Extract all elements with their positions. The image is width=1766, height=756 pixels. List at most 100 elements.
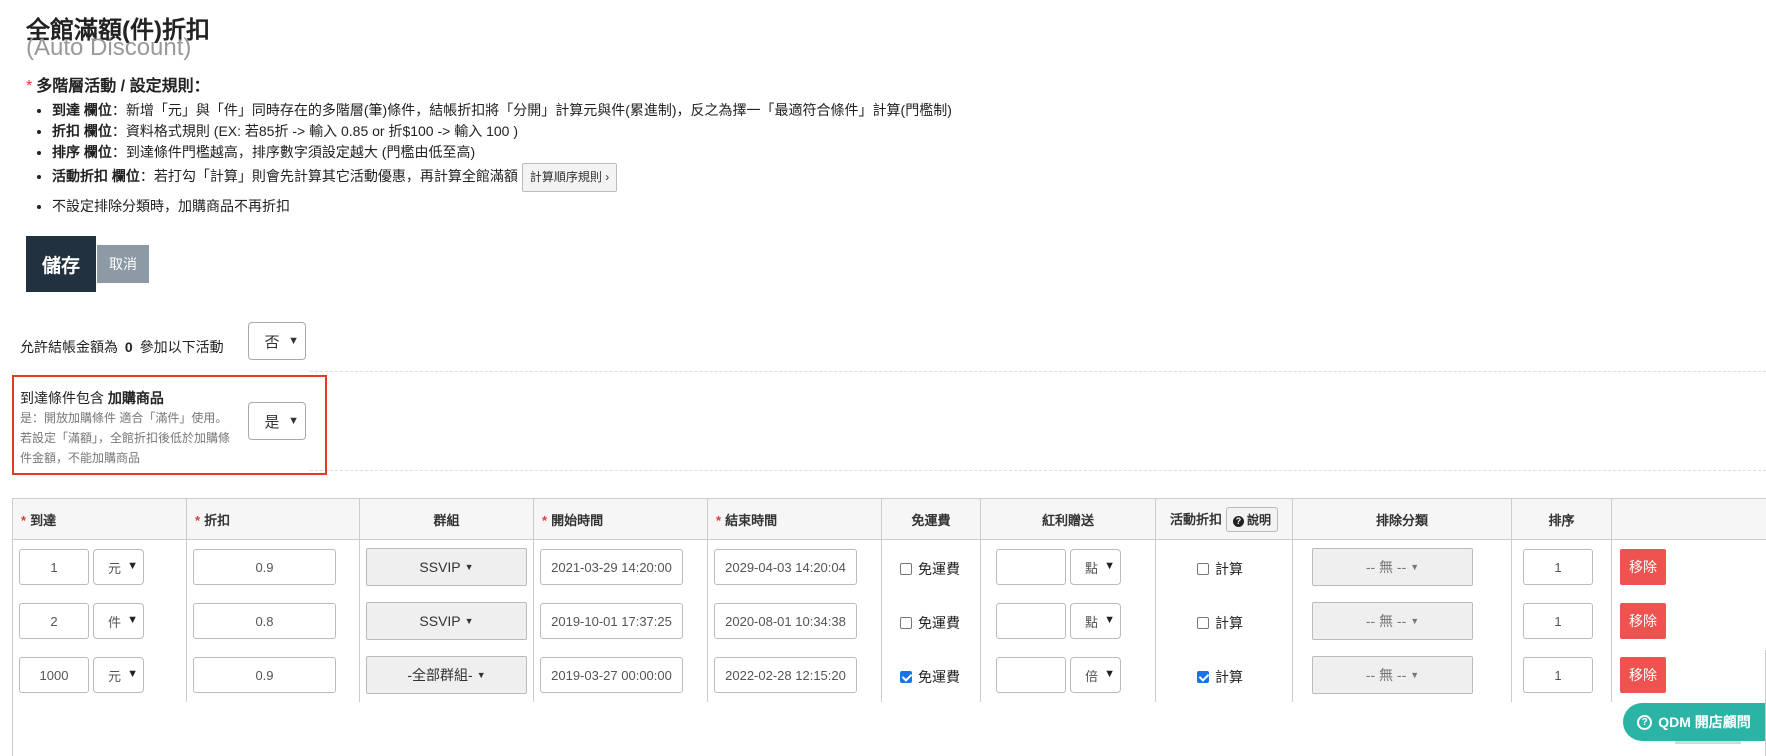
cell-activity-discount: 計算	[1155, 539, 1293, 594]
cell-sort: 1	[1511, 539, 1612, 594]
bonus-unit-select[interactable]: 點 ▼	[1070, 549, 1121, 585]
explain-button[interactable]: ? 說明	[1226, 506, 1279, 532]
caret-down-icon: ▼	[464, 616, 474, 626]
reach-unit-select[interactable]: 元 ▼	[93, 657, 144, 693]
free-shipping-checkbox[interactable]: 免運費	[900, 667, 960, 687]
calc-label: 計算	[1215, 561, 1243, 577]
question-circle-icon: ?	[1637, 714, 1653, 730]
table-row: 2 件 ▼ 0.8 SSVIP ▼ 2019-10-01 17:37:25 2020…	[12, 594, 1766, 648]
header-start-label: 開始時間	[551, 512, 604, 528]
caret-down-icon: ▼	[1410, 562, 1420, 572]
header-reach: * 到達	[12, 498, 187, 540]
calc-label: 計算	[1215, 669, 1243, 685]
cell-start: 2019-10-01 17:37:25	[533, 594, 708, 648]
rule-text: ：資料格式規則 (EX: 若85折 -> 輸入 0.85 or 折$100 ->…	[111, 123, 519, 139]
reach-input[interactable]: 1000	[19, 657, 89, 693]
cancel-button[interactable]: 取消	[97, 245, 149, 283]
cell-free-shipping: 免運費	[881, 594, 981, 648]
calc-checkbox[interactable]: 計算	[1197, 667, 1243, 687]
reach-input[interactable]: 1	[19, 549, 89, 585]
free-shipping-label: 免運費	[918, 561, 960, 577]
calc-checkbox[interactable]: 計算	[1197, 613, 1243, 633]
cell-start: 2019-03-27 00:00:00	[533, 648, 708, 702]
cell-discount: 0.9	[186, 539, 360, 594]
discount-table: * 到達 * 折扣 群組 * 開始時間 * 結束時間 免運費 紅利贈送 活動折扣? 說明 …	[12, 498, 1766, 702]
addon-select[interactable]: 是 ▼	[248, 402, 306, 440]
caret-down-icon: ▼	[1410, 616, 1420, 626]
exclude-dropdown[interactable]: -- 無 -- ▼	[1312, 656, 1473, 694]
rule-item: 到達 欄位：新增「元」與「件」同時存在的多階層(筆)條件，結帳折扣將「分開」計算…	[52, 100, 952, 121]
bonus-unit-select[interactable]: 倍 ▼	[1070, 657, 1121, 693]
start-time-input[interactable]: 2021-03-29 14:20:00	[540, 549, 683, 585]
group-dropdown[interactable]: -全部群組- ▼	[366, 656, 527, 694]
rule-label: 折扣 欄位	[52, 123, 112, 139]
required-mark: *	[21, 512, 27, 528]
bonus-input[interactable]	[996, 657, 1066, 693]
remove-button[interactable]: 移除	[1620, 549, 1666, 585]
table-row: 1 元 ▼ 0.9 SSVIP ▼ 2021-03-29 14:20:00 2029…	[12, 539, 1766, 594]
end-time-input[interactable]: 2029-04-03 14:20:04	[714, 549, 857, 585]
bonus-input[interactable]	[996, 549, 1066, 585]
required-mark: *	[26, 78, 33, 95]
rules-heading-text: 多階層活動 / 設定規則：	[36, 78, 210, 95]
divider	[310, 371, 1766, 372]
checkbox-box	[900, 617, 912, 629]
cell-activity-discount: 計算	[1155, 594, 1293, 648]
discount-input[interactable]: 0.8	[193, 603, 336, 639]
help-label: QDM 開店顧問	[1658, 714, 1751, 730]
exclude-dropdown[interactable]: -- 無 -- ▼	[1312, 602, 1473, 640]
header-bonus: 紅利贈送	[980, 498, 1156, 540]
caret-down-icon: ▼	[464, 562, 474, 572]
group-dropdown[interactable]: SSVIP ▼	[366, 602, 527, 640]
cell-sort: 1	[1511, 594, 1612, 648]
remove-button[interactable]: 移除	[1620, 603, 1666, 639]
caret-down-icon: ▼	[1410, 670, 1420, 680]
cell-discount: 0.8	[186, 594, 360, 648]
checkbox-box	[900, 563, 912, 575]
header-discount: * 折扣	[186, 498, 360, 540]
discount-input[interactable]: 0.9	[193, 657, 336, 693]
addon-selected: 是	[264, 413, 280, 431]
sort-input[interactable]: 1	[1523, 603, 1593, 639]
chevron-down-icon: ▼	[288, 335, 299, 347]
allow-zero-select[interactable]: 否 ▼	[248, 322, 306, 360]
start-time-input[interactable]: 2019-10-01 17:37:25	[540, 603, 683, 639]
bonus-input[interactable]	[996, 603, 1066, 639]
checkbox-box-checked	[900, 671, 912, 683]
bonus-unit-value: 點	[1085, 614, 1099, 630]
cell-end: 2022-02-28 12:15:20	[707, 648, 882, 702]
rule-label: 排序 欄位	[52, 144, 112, 160]
reach-unit-select[interactable]: 元 ▼	[93, 549, 144, 585]
caret-down-icon: ▼	[476, 670, 486, 680]
header-end: * 結束時間	[707, 498, 882, 540]
sort-input[interactable]: 1	[1523, 657, 1593, 693]
rule-item: 不設定排除分類時，加購商品不再折扣	[52, 196, 952, 217]
qdm-help-button[interactable]: ? QDM 開店顧問	[1623, 703, 1765, 741]
discount-input[interactable]: 0.9	[193, 549, 336, 585]
exclude-dropdown[interactable]: -- 無 -- ▼	[1312, 548, 1473, 586]
exclude-value: -- 無 --	[1365, 613, 1407, 629]
exclude-value: -- 無 --	[1365, 559, 1407, 575]
header-group: 群組	[359, 498, 534, 540]
free-shipping-checkbox[interactable]: 免運費	[900, 613, 960, 633]
remove-button[interactable]: 移除	[1620, 657, 1666, 693]
required-mark: *	[195, 512, 201, 528]
rule-label: 活動折扣 欄位	[52, 168, 140, 185]
calc-checkbox[interactable]: 計算	[1197, 559, 1243, 579]
chevron-down-icon: ▼	[288, 415, 299, 427]
start-time-input[interactable]: 2019-03-27 00:00:00	[540, 657, 683, 693]
save-button[interactable]: 儲存	[26, 236, 96, 292]
page-subtitle: (Auto Discount)	[26, 34, 192, 61]
end-time-input[interactable]: 2020-08-01 10:34:38	[714, 603, 857, 639]
group-dropdown[interactable]: SSVIP ▼	[366, 548, 527, 586]
reach-input[interactable]: 2	[19, 603, 89, 639]
chevron-down-icon: ▼	[127, 668, 138, 680]
calc-order-rules-button[interactable]: 計算順序規則 ›	[521, 163, 618, 192]
reach-unit-select[interactable]: 件 ▼	[93, 603, 144, 639]
bonus-unit-select[interactable]: 點 ▼	[1070, 603, 1121, 639]
end-time-input[interactable]: 2022-02-28 12:15:20	[714, 657, 857, 693]
addon-title: 到達條件包含 加購商品	[20, 388, 164, 408]
free-shipping-checkbox[interactable]: 免運費	[900, 559, 960, 579]
sort-input[interactable]: 1	[1523, 549, 1593, 585]
free-shipping-label: 免運費	[918, 615, 960, 631]
